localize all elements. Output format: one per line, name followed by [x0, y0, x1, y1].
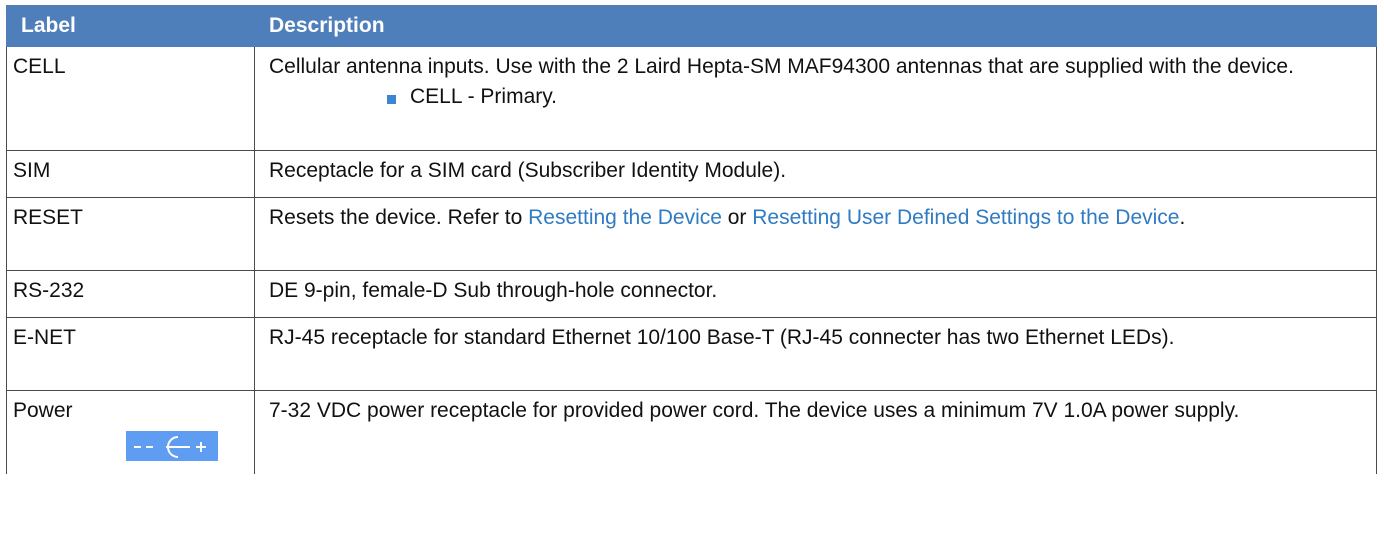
reset-text-before: Resets the device. Refer to — [269, 206, 529, 229]
row-description: Resets the device. Refer to Resetting th… — [254, 197, 1377, 271]
table-row: E-NET RJ-45 receptacle for standard Ethe… — [6, 317, 1377, 391]
cell-description-text: Cellular antenna inputs. Use with the 2 … — [269, 55, 1294, 78]
table-row: RS-232 DE 9-pin, female-D Sub through-ho… — [6, 270, 1377, 318]
reset-text-after: . — [1179, 206, 1186, 229]
row-label: CELL — [6, 46, 255, 151]
resetting-device-link[interactable]: Resetting the Device — [528, 206, 722, 229]
row-description: RJ-45 receptacle for standard Ethernet 1… — [254, 317, 1377, 391]
reset-text-mid: or — [721, 206, 753, 229]
row-label-cell: Power — [6, 390, 255, 474]
row-description: Cellular antenna inputs. Use with the 2 … — [254, 46, 1377, 151]
row-description: Receptacle for a SIM card (Subscriber Id… — [254, 150, 1377, 198]
row-description: 7-32 VDC power receptacle for provided p… — [254, 390, 1377, 474]
row-description: DE 9-pin, female-D Sub through-hole conn… — [254, 270, 1377, 318]
cell-bullet-list: CELL - Primary. — [269, 82, 1362, 112]
table-header-row: Label Description — [6, 5, 1377, 47]
table-row: RESET Resets the device. Refer to Resett… — [6, 197, 1377, 271]
row-label: E-NET — [6, 317, 255, 391]
row-label: Power — [13, 399, 73, 422]
table-row: Power 7-32 VDC power receptacle for prov… — [6, 390, 1377, 474]
specification-table: Label Description CELL Cellular antenna … — [6, 5, 1377, 474]
header-label: Label — [6, 5, 255, 47]
list-item: CELL - Primary. — [387, 82, 1362, 112]
header-description: Description — [254, 5, 1377, 47]
table-row: SIM Receptacle for a SIM card (Subscribe… — [6, 150, 1377, 198]
row-label: RS-232 — [6, 270, 255, 318]
power-polarity-icon — [126, 431, 218, 461]
resetting-user-settings-link[interactable]: Resetting User Defined Settings to the D… — [752, 206, 1179, 229]
row-label: SIM — [6, 150, 255, 198]
row-label: RESET — [6, 197, 255, 271]
table-row: CELL Cellular antenna inputs. Use with t… — [6, 46, 1377, 151]
